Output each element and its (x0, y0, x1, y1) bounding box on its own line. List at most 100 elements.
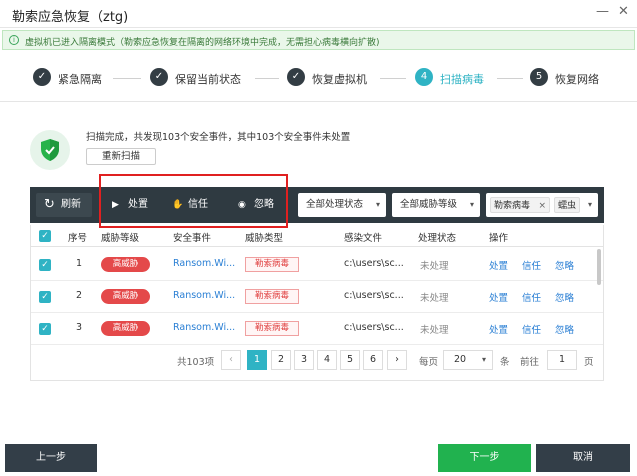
close-button[interactable]: ✕ (618, 4, 629, 19)
row-status: 未处理 (420, 261, 449, 272)
step-connector (113, 78, 141, 79)
handle-link[interactable]: 处置 (489, 258, 508, 272)
info-icon: i (9, 35, 19, 45)
step-connector (380, 78, 406, 79)
next-page-button[interactable]: › (387, 350, 407, 370)
trust-link[interactable]: 信任 (522, 322, 541, 336)
row-checkbox[interactable]: ✓ (39, 259, 51, 271)
infected-file: c:\users\sc... (344, 258, 404, 269)
event-link[interactable]: Ransom.Wi... (173, 258, 235, 269)
cancel-button[interactable]: 取消 (536, 444, 630, 472)
table-header: ✓ 序号 威胁等级 安全事件 威胁类型 感染文件 处理状态 操作 (31, 225, 603, 247)
refresh-button[interactable]: ↻ 刷新 (36, 193, 92, 217)
header-index: 序号 (68, 233, 88, 244)
type-badge: 勒索病毒 (245, 257, 299, 272)
per-page-label: 每页 (419, 357, 439, 368)
prev-step-button[interactable]: 上一步 (5, 444, 97, 472)
table-row: ✓ 3 高威胁 Ransom.Wi... 勒索病毒 c:\users\sc...… (31, 313, 603, 345)
row-status: 未处理 (420, 293, 449, 304)
check-icon: ✓ (33, 68, 51, 86)
header-status: 处理状态 (418, 233, 457, 244)
window-title: 勒索应急恢复（ztg) (12, 10, 129, 25)
goto-label: 前往 (520, 357, 540, 368)
page-button[interactable]: 3 (294, 350, 314, 370)
title-bar: 勒索应急恢复（ztg) — ✕ (0, 0, 637, 28)
table-scrollbar[interactable] (597, 249, 601, 285)
close-icon[interactable]: × (538, 198, 546, 212)
pagination: 共103项 ‹ 1 2 3 4 5 6 › 每页 20 ▾ 条 前往 1 页 (31, 348, 603, 372)
prev-page-button[interactable]: ‹ (221, 350, 241, 370)
infected-file: c:\users\sc... (344, 290, 404, 301)
step-label: 紧急隔离 (58, 73, 102, 86)
page-button[interactable]: 2 (271, 350, 291, 370)
highlight-box (99, 174, 288, 228)
step-connector (255, 78, 279, 79)
step-number: 5 (530, 68, 548, 86)
step-label: 保留当前状态 (175, 73, 241, 86)
row-checkbox[interactable]: ✓ (39, 323, 51, 335)
handle-link[interactable]: 处置 (489, 322, 508, 336)
trust-link[interactable]: 信任 (522, 258, 541, 272)
page-size-select[interactable]: 20 ▾ (443, 350, 493, 370)
status-filter-select[interactable]: 全部处理状态 ▾ (298, 193, 386, 217)
step-connector (497, 78, 523, 79)
page-button[interactable]: 6 (363, 350, 383, 370)
step-label: 恢复网络 (555, 73, 599, 86)
type-badge: 勒索病毒 (245, 321, 299, 336)
ignore-link[interactable]: 忽略 (555, 290, 574, 304)
page-size-value: 20 (454, 354, 467, 365)
per-page-unit: 条 (500, 357, 510, 368)
goto-page-input[interactable]: 1 (547, 350, 577, 370)
page-button[interactable]: 4 (317, 350, 337, 370)
handle-link[interactable]: 处置 (489, 290, 508, 304)
level-badge: 高威胁 (101, 257, 150, 272)
table-row: ✓ 1 高威胁 Ransom.Wi... 勒索病毒 c:\users\sc...… (31, 249, 603, 281)
event-link[interactable]: Ransom.Wi... (173, 290, 235, 301)
caret-down-icon: ▾ (469, 200, 474, 209)
table-row: ✓ 2 高威胁 Ransom.Wi... 勒索病毒 c:\users\sc...… (31, 281, 603, 313)
ignore-link[interactable]: 忽略 (555, 322, 574, 336)
event-link[interactable]: Ransom.Wi... (173, 322, 235, 333)
header-event: 安全事件 (173, 233, 212, 244)
row-index: 3 (76, 322, 83, 333)
check-icon: ✓ (287, 68, 305, 86)
filter-tag-label: 蠕虫 (558, 201, 577, 211)
filter-tag-label: 勒索病毒 (494, 201, 531, 211)
level-filter-select[interactable]: 全部威胁等级 ▾ (392, 193, 480, 217)
progress-stepper: ✓ 紧急隔离 ✓ 保留当前状态 ✓ 恢复虚拟机 4 扫描病毒 5 恢复网络 (0, 56, 637, 100)
isolation-banner: i 虚拟机已进入隔离模式（勒索应急恢复在隔离的网络环境中完成，无需担心病毒横向扩… (2, 30, 635, 50)
check-icon: ✓ (150, 68, 168, 86)
total-count: 共103项 (177, 357, 215, 368)
next-step-button[interactable]: 下一步 (438, 444, 531, 472)
page-button[interactable]: 5 (340, 350, 360, 370)
caret-down-icon: ▾ (587, 200, 592, 209)
select-all-checkbox[interactable]: ✓ (39, 230, 51, 242)
header-level: 威胁等级 (101, 233, 140, 244)
refresh-icon: ↻ (44, 197, 55, 212)
page-button[interactable]: 1 (247, 350, 267, 370)
level-badge: 高威胁 (101, 321, 150, 336)
page-unit: 页 (584, 357, 594, 368)
divider (0, 101, 637, 102)
rescan-button[interactable]: 重新扫描 (86, 148, 156, 165)
caret-down-icon: ▾ (481, 355, 486, 364)
status-filter-value: 全部处理状态 (306, 199, 364, 210)
row-index: 1 (76, 258, 83, 269)
type-filter-select[interactable]: 勒索病毒 × 蠕虫 ▾ (486, 193, 598, 217)
banner-text: 虚拟机已进入隔离模式（勒索应急恢复在隔离的网络环境中完成，无需担心病毒横向扩散) (25, 38, 380, 48)
header-type: 威胁类型 (245, 233, 284, 244)
step-label: 恢复虚拟机 (312, 73, 367, 86)
step-label: 扫描病毒 (440, 73, 484, 86)
infected-file: c:\users\sc... (344, 322, 404, 333)
level-filter-value: 全部威胁等级 (400, 199, 458, 210)
header-file: 感染文件 (344, 233, 383, 244)
trust-link[interactable]: 信任 (522, 290, 541, 304)
filter-tag: 勒索病毒 × (490, 197, 550, 213)
refresh-label: 刷新 (61, 199, 81, 210)
row-checkbox[interactable]: ✓ (39, 291, 51, 303)
minimize-button[interactable]: — (596, 4, 609, 19)
ignore-link[interactable]: 忽略 (555, 258, 574, 272)
level-badge: 高威胁 (101, 289, 150, 304)
header-action: 操作 (489, 233, 509, 244)
type-badge: 勒索病毒 (245, 289, 299, 304)
